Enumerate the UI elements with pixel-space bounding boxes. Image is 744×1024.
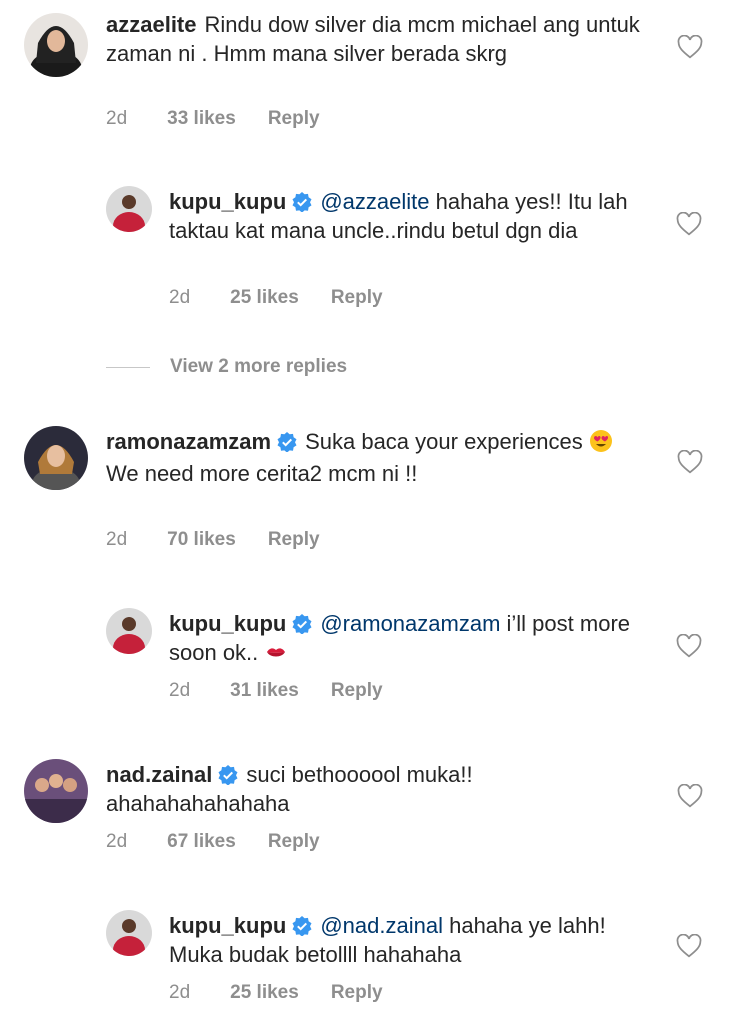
comment-meta: 2d 33 likes Reply xyxy=(106,108,352,130)
comment-text: ramonazamzam Suka baca your experiences W… xyxy=(106,427,646,488)
likes-count[interactable]: 67 likes xyxy=(167,831,236,852)
reply-button[interactable]: Reply xyxy=(331,287,383,308)
username[interactable]: kupu_kupu xyxy=(169,611,286,636)
username[interactable]: kupu_kupu xyxy=(169,913,286,938)
view-more-label: View 2 more replies xyxy=(170,356,348,377)
verified-badge-icon xyxy=(292,614,312,634)
username[interactable]: ramonazamzam xyxy=(106,429,271,454)
mention-link[interactable]: @nad.zainal xyxy=(320,913,443,938)
avatar-ramonazamzam[interactable] xyxy=(24,426,88,490)
username[interactable]: azzaelite xyxy=(106,12,197,37)
verified-badge-icon xyxy=(292,192,312,212)
comment-text: kupu_kupu @nad.zainal hahaha ye lahh! Muk… xyxy=(169,911,639,969)
avatar-kupu-kupu[interactable] xyxy=(106,608,152,654)
verified-badge-icon xyxy=(277,432,297,452)
heart-outline-icon[interactable] xyxy=(677,449,703,474)
heart-outline-icon[interactable] xyxy=(676,633,702,658)
mention-link[interactable]: @azzaelite xyxy=(320,189,429,214)
comment-meta: 2d 25 likes Reply xyxy=(169,982,415,1004)
likes-count[interactable]: 25 likes xyxy=(230,287,299,308)
comment-meta: 2d 31 likes Reply xyxy=(169,680,415,702)
timestamp: 2d xyxy=(106,529,128,550)
avatar-nad-zainal[interactable] xyxy=(24,759,88,823)
avatar-azzaelite[interactable] xyxy=(24,13,88,77)
likes-count[interactable]: 25 likes xyxy=(230,982,299,1003)
comment-text: kupu_kupu @ramonazamzam i’ll post more so… xyxy=(169,609,639,667)
timestamp: 2d xyxy=(106,831,128,852)
heart-outline-icon[interactable] xyxy=(676,933,702,958)
divider-line xyxy=(106,366,150,368)
reply-button[interactable]: Reply xyxy=(331,680,383,701)
username[interactable]: nad.zainal xyxy=(106,762,212,787)
reply-button[interactable]: Reply xyxy=(268,529,320,550)
comment-meta: 2d 67 likes Reply xyxy=(106,831,352,853)
likes-count[interactable]: 70 likes xyxy=(167,529,236,550)
avatar-kupu-kupu[interactable] xyxy=(106,910,152,956)
timestamp: 2d xyxy=(169,982,191,1003)
comment-body: Suka baca your experiences xyxy=(305,429,583,454)
comment-text: nad.zainal suci bethoooool muka!! ahahaha… xyxy=(106,760,626,818)
reply-button[interactable]: Reply xyxy=(268,108,320,129)
heart-outline-icon[interactable] xyxy=(677,34,703,59)
timestamp: 2d xyxy=(169,680,191,701)
reply-button[interactable]: Reply xyxy=(331,982,383,1003)
timestamp: 2d xyxy=(106,108,128,129)
likes-count[interactable]: 33 likes xyxy=(167,108,236,129)
timestamp: 2d xyxy=(169,287,191,308)
comment-text: azzaelite Rindu dow silver dia mcm michae… xyxy=(106,10,646,68)
kiss-mark-emoji xyxy=(267,648,286,657)
heart-outline-icon[interactable] xyxy=(676,211,702,236)
avatar-kupu-kupu[interactable] xyxy=(106,186,152,232)
username[interactable]: kupu_kupu xyxy=(169,189,286,214)
comment-meta: 2d 70 likes Reply xyxy=(106,529,352,551)
view-more-replies-button[interactable]: View 2 more replies xyxy=(106,356,347,378)
mention-link[interactable]: @ramonazamzam xyxy=(320,611,500,636)
comment-meta: 2d 25 likes Reply xyxy=(169,287,415,309)
verified-badge-icon xyxy=(292,916,312,936)
likes-count[interactable]: 31 likes xyxy=(230,680,299,701)
verified-badge-icon xyxy=(218,765,238,785)
heart-outline-icon[interactable] xyxy=(677,783,703,808)
comment-body-line2: We need more cerita2 mcm ni !! xyxy=(106,461,418,486)
comment-text: kupu_kupu @azzaelite hahaha yes!! Itu lah… xyxy=(169,187,639,245)
heart-eyes-emoji xyxy=(589,430,612,452)
reply-button[interactable]: Reply xyxy=(268,831,320,852)
